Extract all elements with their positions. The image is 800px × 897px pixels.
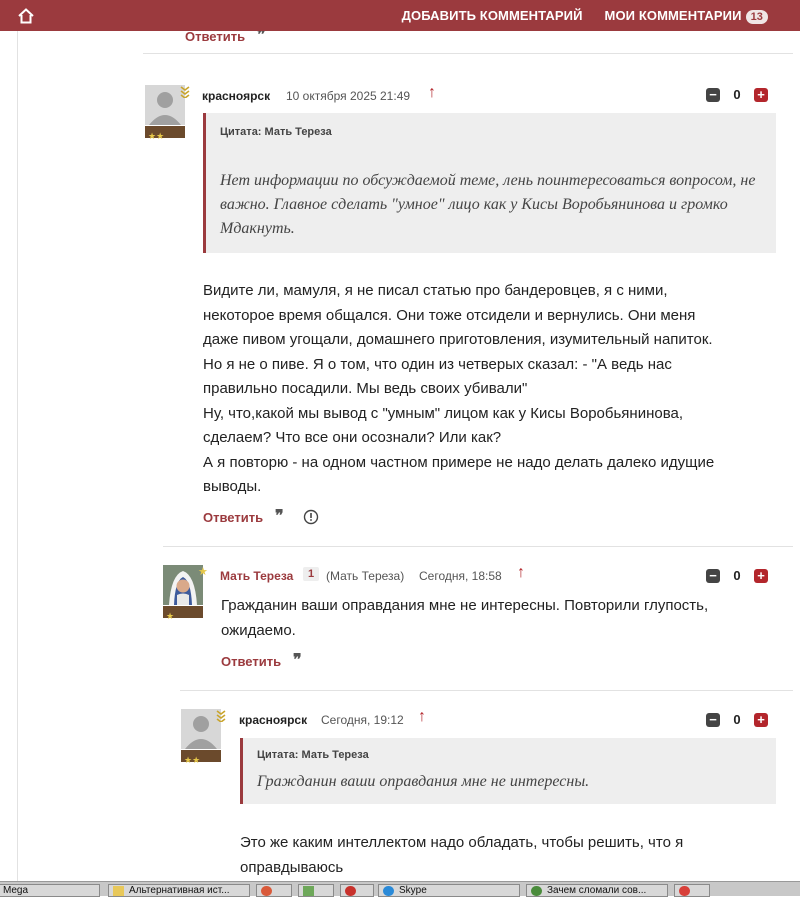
taskbar-item[interactable]: Альтернативная ист... xyxy=(108,884,250,897)
author-alias: (Мать Тереза) xyxy=(326,569,405,583)
app-icon xyxy=(261,886,272,896)
my-comments-label: МОИ КОММЕНТАРИИ xyxy=(604,7,742,23)
comment-body-line: Но я не о пиве. Я о том, что один из чет… xyxy=(203,355,672,373)
top-nav-bar: ДОБАВИТЬ КОММЕНТАРИЙ МОИ КОММЕНТАРИИ 13 xyxy=(0,0,800,31)
comment-body: Это же каким интеллектом надо обладать, … xyxy=(240,831,780,880)
vote-count: 0 xyxy=(733,568,741,583)
comment-body-line: даже пивом угощали, домашнего приготовле… xyxy=(203,331,713,348)
rank-star-icon: ★ xyxy=(198,566,208,578)
comment-body-line: оправдываюсь xyxy=(240,858,344,876)
comment-body-line: Ну, что,какой мы вывод с "умным" лицом к… xyxy=(203,404,684,422)
comment-body-line: Видите ли, мамуля, я не писал статью про… xyxy=(203,282,668,299)
vote-controls: − 0 + xyxy=(706,87,768,102)
vote-down-button[interactable]: − xyxy=(706,712,720,727)
vote-up-button[interactable]: + xyxy=(754,87,768,102)
comment-body-line: Это же каким интеллектом надо обладать, … xyxy=(240,834,684,851)
comment-body-line: правильно посадили. Мы ведь своих убивал… xyxy=(203,380,528,397)
taskbar-item-label: Mega xyxy=(3,885,29,896)
rank-stars-icon: ★★ xyxy=(148,131,165,141)
quote-text: Нет информации по обсуждаемой теме, лень… xyxy=(220,172,756,237)
vote-count: 0 xyxy=(733,712,741,727)
comments-area: Ответить ❞ ★★ красноярск 10 октября 2025… xyxy=(0,31,800,881)
chrome-icon xyxy=(531,886,542,896)
divider xyxy=(180,690,793,691)
thread-line xyxy=(17,31,18,881)
comment-author[interactable]: Мать Тереза xyxy=(220,569,293,583)
divider xyxy=(143,53,793,54)
parent-link-arrow-icon[interactable]: ↑ xyxy=(517,564,525,582)
app-icon xyxy=(679,886,690,896)
taskbar-item-label: Альтернативная ист... xyxy=(129,885,230,896)
my-comments-link[interactable]: МОИ КОММЕНТАРИИ 13 xyxy=(605,8,768,24)
reply-link-previous[interactable]: Ответить xyxy=(185,31,245,44)
rank-chevrons-icon xyxy=(180,85,190,103)
reply-link[interactable]: Ответить xyxy=(221,654,281,669)
rank-stars-icon: ★★ xyxy=(184,755,201,765)
quote-reply-icon[interactable]: ❞ xyxy=(275,506,284,525)
taskbar-item[interactable] xyxy=(674,884,710,897)
folder-icon xyxy=(113,886,124,896)
taskbar-item-label: Зачем сломали сов... xyxy=(547,885,647,896)
quote-text: Гражданин ваши оправдания мне не интерес… xyxy=(257,773,590,790)
reply-link[interactable]: Ответить xyxy=(203,510,263,525)
vote-count: 0 xyxy=(733,87,741,102)
taskbar-item[interactable] xyxy=(298,884,334,897)
comment-author[interactable]: красноярск xyxy=(239,713,307,727)
my-comments-count-badge: 13 xyxy=(745,9,768,24)
quote-reply-icon[interactable]: ❞ xyxy=(257,31,266,44)
rank-chevrons-icon xyxy=(216,709,226,727)
comment-body-line: некоторое время общался. Они тоже отсиде… xyxy=(203,306,696,324)
parent-link-arrow-icon[interactable]: ↑ xyxy=(418,708,426,726)
avatar[interactable] xyxy=(163,565,203,605)
app-icon xyxy=(303,886,314,896)
comment-body: Видите ли, мамуля, я не писал статью про… xyxy=(203,279,783,500)
parent-link-arrow-icon[interactable]: ↑ xyxy=(428,84,436,102)
rank-stars-icon: ★ xyxy=(166,611,175,621)
avatar[interactable] xyxy=(181,709,221,749)
avatar[interactable] xyxy=(145,85,185,125)
close-app-icon xyxy=(345,886,356,896)
quote-header: Цитата: Мать Тереза xyxy=(257,749,369,761)
report-icon[interactable] xyxy=(303,509,319,530)
comment-body-line: выводы. xyxy=(203,478,262,495)
comment-author[interactable]: красноярск xyxy=(202,89,270,103)
os-taskbar: Mega Альтернативная ист... Skype Зачем с… xyxy=(0,881,800,897)
vote-controls: − 0 + xyxy=(706,712,768,727)
vote-up-button[interactable]: + xyxy=(754,568,768,583)
rank-badge: ★★ xyxy=(145,126,185,141)
skype-icon xyxy=(383,886,394,896)
home-icon[interactable] xyxy=(14,4,38,28)
comment-body-line: А я повторю - на одном частном примере н… xyxy=(203,453,715,471)
vote-controls: − 0 + xyxy=(706,568,768,583)
vote-up-button[interactable]: + xyxy=(754,712,768,727)
taskbar-item[interactable]: Skype xyxy=(378,884,520,897)
taskbar-item[interactable]: Mega xyxy=(0,884,100,897)
comment-body: Гражданин ваши оправдания мне не интерес… xyxy=(221,597,709,639)
divider xyxy=(163,546,793,547)
comment-timestamp[interactable]: 10 октября 2025 21:49 xyxy=(286,89,410,103)
comment-body-line: сделаем? Что все они осознали? Или как? xyxy=(203,429,502,446)
vote-down-button[interactable]: − xyxy=(706,87,720,102)
quote-block: Цитата: Мать Тереза Гражданин ваши оправ… xyxy=(240,738,776,804)
vote-down-button[interactable]: − xyxy=(706,568,720,583)
quote-header: Цитата: Мать Тереза xyxy=(220,126,332,138)
quote-reply-icon[interactable]: ❞ xyxy=(293,650,302,669)
taskbar-item[interactable] xyxy=(256,884,292,897)
author-level-badge: 1 xyxy=(303,567,320,581)
comment-timestamp[interactable]: Сегодня, 19:12 xyxy=(321,713,404,727)
comment-timestamp[interactable]: Сегодня, 18:58 xyxy=(419,569,502,583)
add-comment-link[interactable]: ДОБАВИТЬ КОММЕНТАРИЙ xyxy=(402,8,583,23)
rank-badge: ★★ xyxy=(181,750,221,765)
taskbar-item-label: Skype xyxy=(399,885,427,896)
rank-badge: ★ xyxy=(163,606,203,621)
quote-block: Цитата: Мать Тереза Нет информации по об… xyxy=(203,113,776,253)
taskbar-item[interactable] xyxy=(340,884,374,897)
taskbar-item[interactable]: Зачем сломали сов... xyxy=(526,884,668,897)
